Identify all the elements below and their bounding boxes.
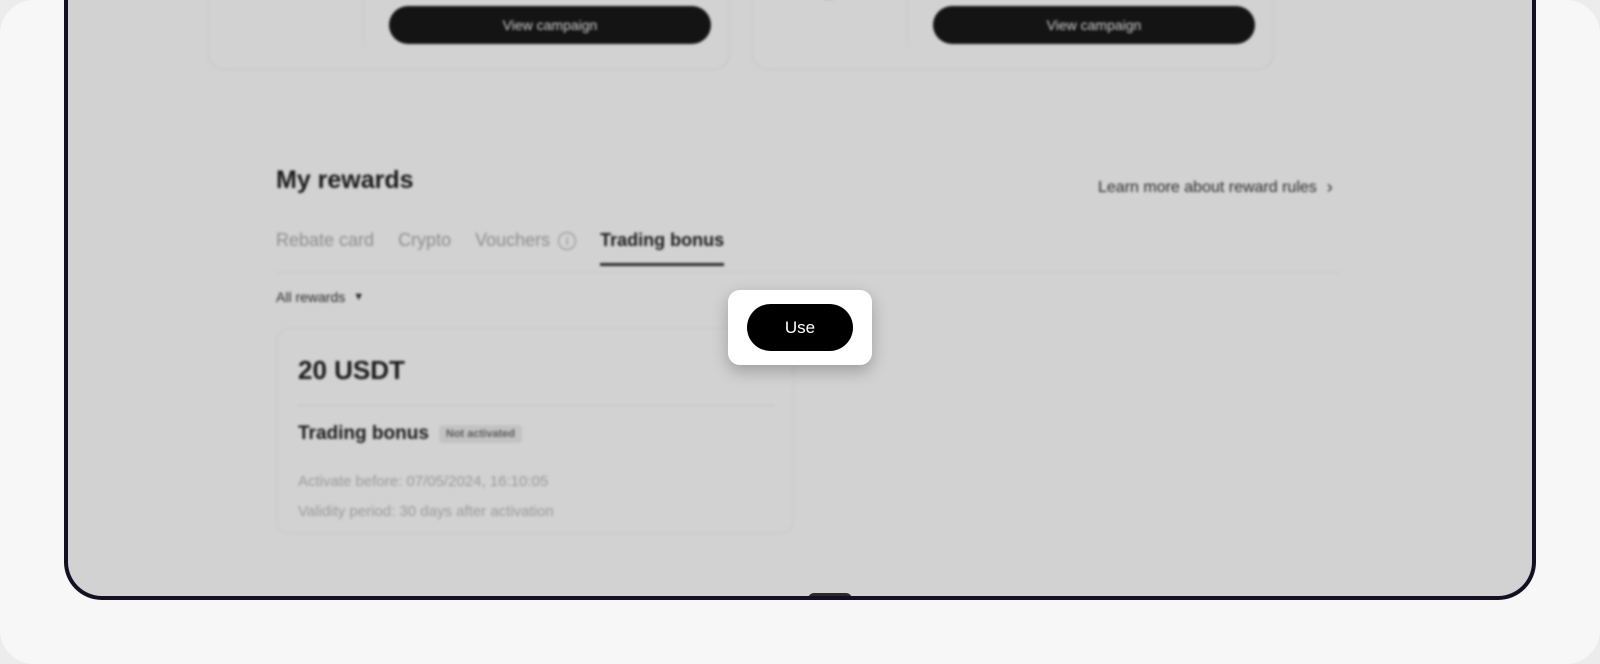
device-frame: View campaign View campaign My rewards L… — [64, 0, 1536, 600]
use-button[interactable]: Use — [747, 304, 853, 351]
tab-label: Trading bonus — [600, 230, 725, 250]
campaign-card: View campaign — [752, 0, 1274, 70]
activate-before-text: Activate before: 07/05/2024, 16:10:05 — [298, 473, 549, 490]
card-divider — [298, 405, 774, 406]
reward-heading: Trading bonus Not activated — [298, 423, 522, 445]
chevron-right-icon: › — [1326, 177, 1333, 197]
filter-label: All rewards — [276, 289, 346, 305]
tab-label: Rebate card — [276, 230, 375, 250]
tab-vouchers[interactable]: Vouchers i — [475, 230, 577, 263]
card-divider — [907, 0, 908, 46]
chevron-down-icon: ▼ — [353, 291, 365, 303]
reward-tabs: Rebate card Crypto Vouchers i Trading bo… — [276, 230, 1340, 273]
reward-card: 20 USDT Trading bonus Not activated Acti… — [276, 328, 794, 534]
page-background: View campaign View campaign My rewards L… — [0, 0, 1600, 664]
view-campaign-button[interactable]: View campaign — [389, 6, 711, 44]
use-button-highlight: Use — [728, 290, 872, 365]
validity-text: Validity period: 30 days after activatio… — [298, 503, 554, 520]
section-title: My rewards — [276, 166, 414, 194]
card-divider — [363, 0, 364, 46]
tab-label: Vouchers — [475, 230, 551, 250]
status-badge: Not activated — [438, 425, 522, 443]
home-indicator — [808, 593, 852, 596]
tab-label: Crypto — [398, 230, 452, 250]
learn-more-label: Learn more about reward rules — [1098, 178, 1317, 196]
learn-more-link[interactable]: Learn more about reward rules › — [1098, 177, 1333, 198]
reward-name: Trading bonus — [298, 423, 429, 444]
info-icon[interactable]: i — [558, 231, 577, 250]
tab-trading-bonus[interactable]: Trading bonus — [600, 230, 725, 266]
view-campaign-button[interactable]: View campaign — [933, 6, 1255, 44]
reward-amount: 20 USDT — [298, 355, 405, 385]
tab-rebate-card[interactable]: Rebate card — [276, 230, 374, 263]
rewards-filter-dropdown[interactable]: All rewards ▼ — [276, 289, 364, 305]
campaign-card: View campaign — [208, 0, 730, 70]
tab-crypto[interactable]: Crypto — [398, 230, 451, 263]
